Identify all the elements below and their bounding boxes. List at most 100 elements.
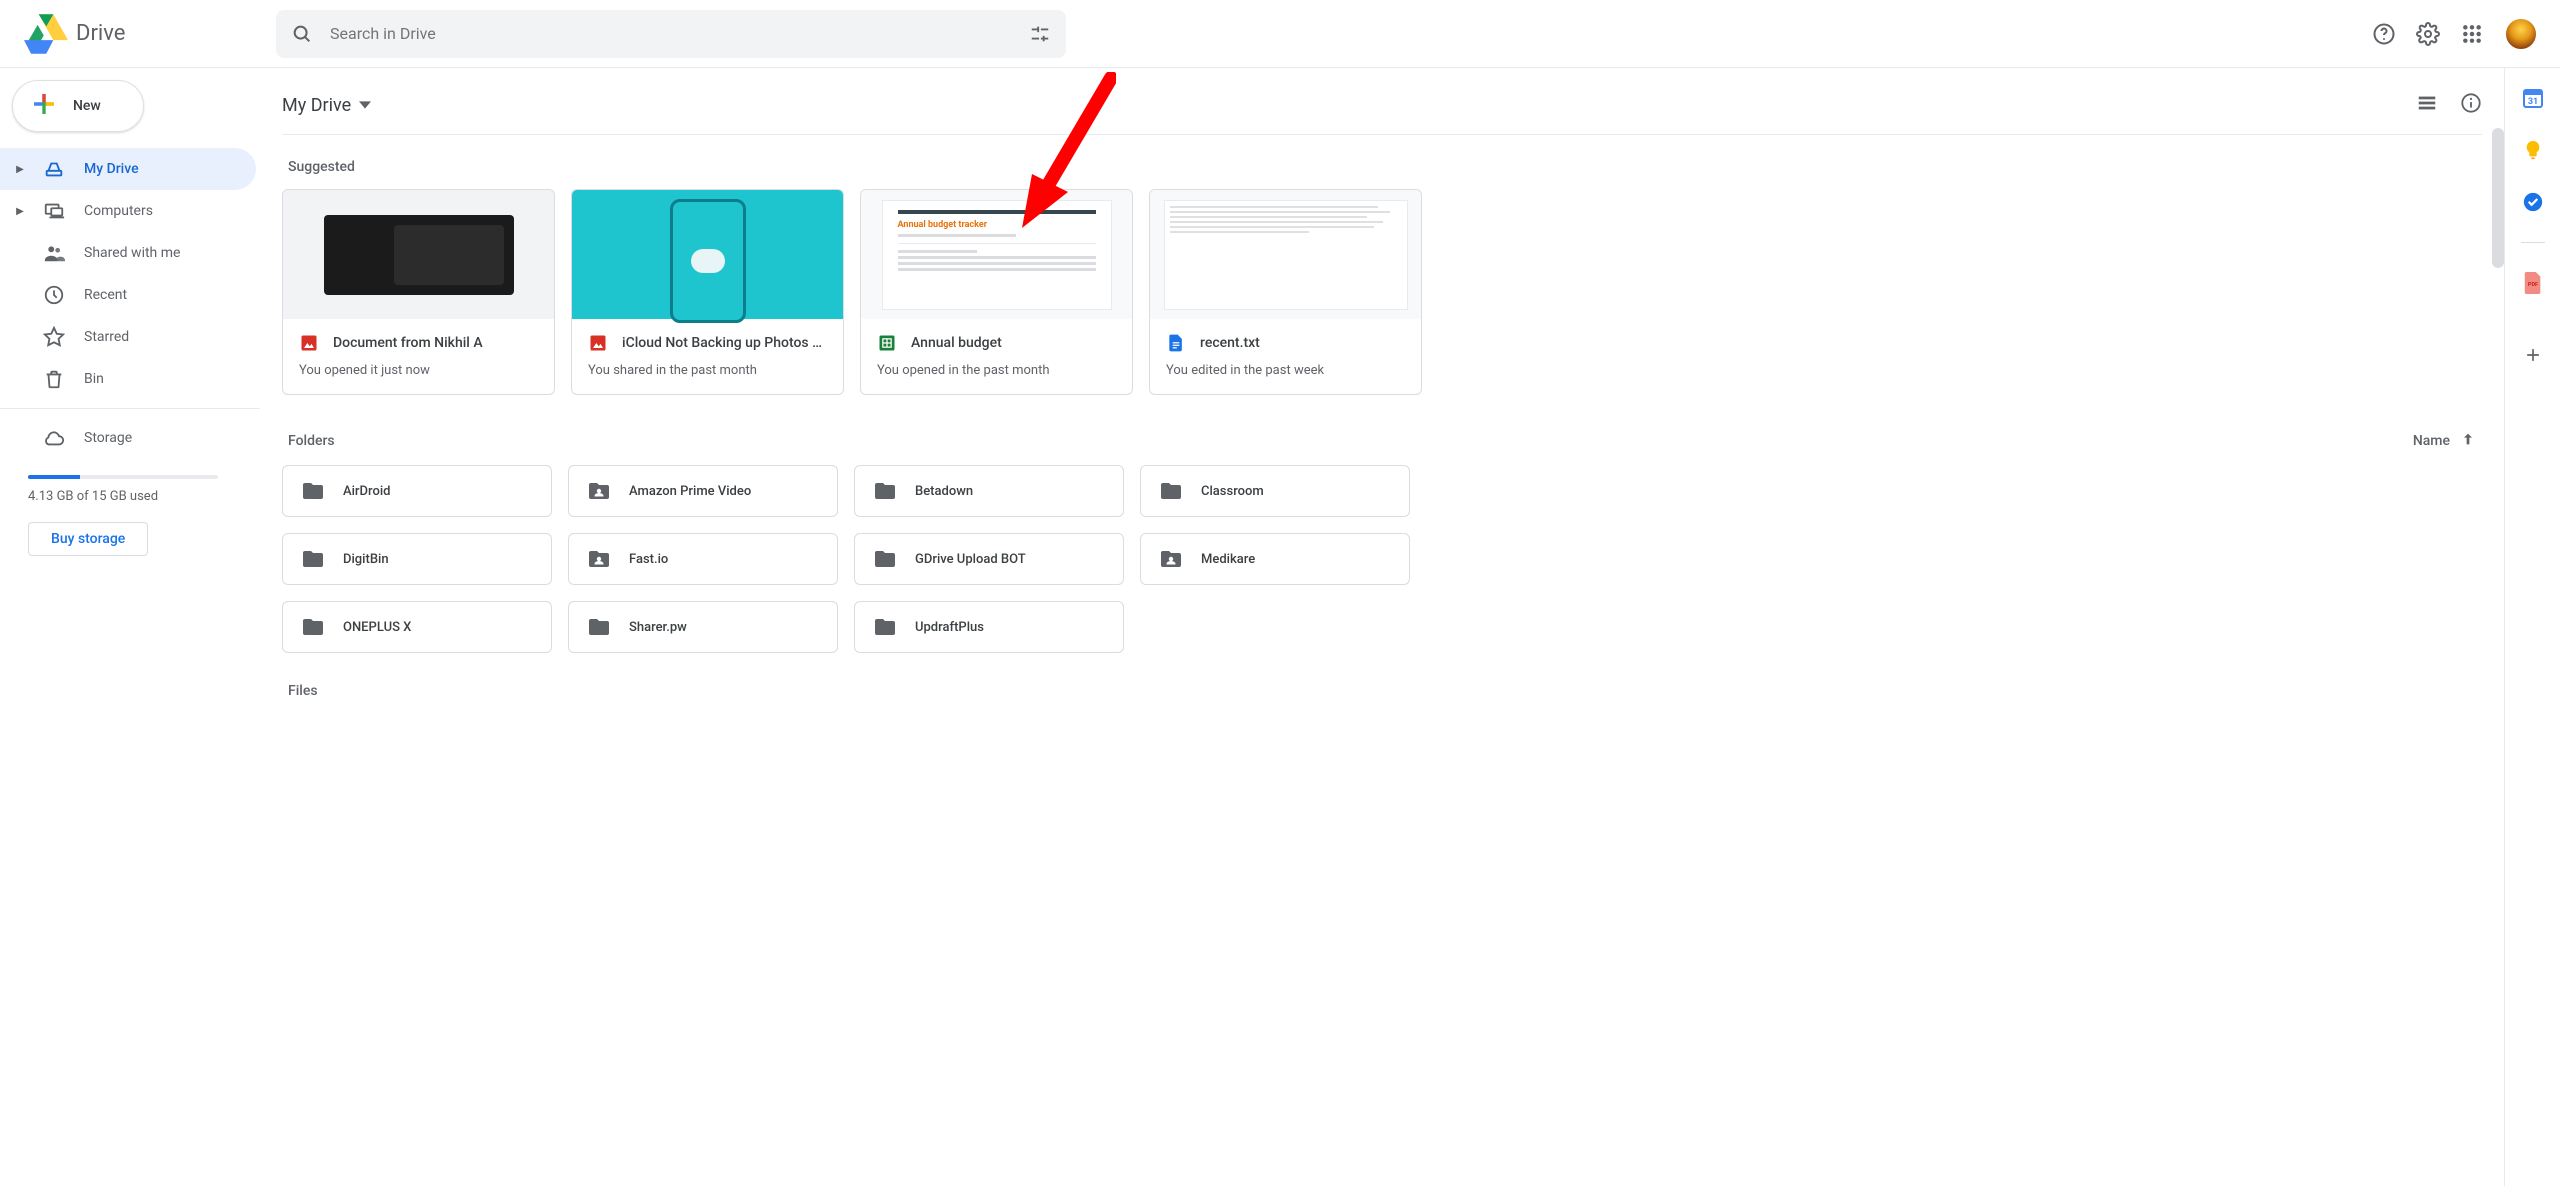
info-icon[interactable] xyxy=(2460,92,2482,118)
svg-text:PDF: PDF xyxy=(2527,282,2537,288)
new-button[interactable]: New xyxy=(12,80,144,132)
arrow-up-icon[interactable] xyxy=(2460,431,2476,451)
sidebar: New ▶ My Drive ▶ Computers xyxy=(0,68,260,1186)
section-title-folders: Folders xyxy=(288,433,335,449)
card-title: Annual budget xyxy=(911,335,1002,351)
keep-icon[interactable] xyxy=(2521,138,2545,162)
sidebar-item-computers[interactable]: ▶ Computers xyxy=(0,190,260,232)
card-title: Document from Nikhil A xyxy=(333,335,483,351)
shared-folder-icon xyxy=(587,547,611,571)
folder-name: Betadown xyxy=(915,484,973,499)
my-drive-icon xyxy=(42,157,66,181)
folder-item[interactable]: Sharer.pw xyxy=(568,601,838,653)
plus-icon xyxy=(29,89,59,123)
docs-file-icon xyxy=(1166,333,1186,353)
search-options-icon[interactable] xyxy=(1028,22,1052,46)
folder-name: Sharer.pw xyxy=(629,620,687,635)
folder-item[interactable]: ONEPLUS X xyxy=(282,601,552,653)
breadcrumb[interactable]: My Drive xyxy=(282,95,371,116)
sidebar-item-label: Storage xyxy=(84,430,132,446)
folder-icon xyxy=(873,479,897,503)
thumbnail: Annual budget tracker xyxy=(861,190,1132,319)
folder-name: Fast.io xyxy=(629,552,668,567)
buy-storage-button[interactable]: Buy storage xyxy=(28,522,148,556)
folder-icon xyxy=(873,547,897,571)
chevron-right-icon[interactable]: ▶ xyxy=(16,164,24,175)
sidebar-item-storage[interactable]: Storage xyxy=(0,417,260,459)
folder-grid: AirDroid Amazon Prime Video Betadown Classr… xyxy=(282,465,2482,653)
logo-area[interactable]: Drive xyxy=(16,14,276,54)
card-title: recent.txt xyxy=(1200,335,1260,351)
folder-item[interactable]: Amazon Prime Video xyxy=(568,465,838,517)
folder-icon xyxy=(1159,479,1183,503)
sort-label[interactable]: Name xyxy=(2413,433,2450,449)
folder-item[interactable]: AirDroid xyxy=(282,465,552,517)
folder-name: Medikare xyxy=(1201,552,1255,567)
add-addon-icon[interactable] xyxy=(2521,343,2545,367)
folder-name: Amazon Prime Video xyxy=(629,484,751,499)
shared-folder-icon xyxy=(1159,547,1183,571)
breadcrumb-label: My Drive xyxy=(282,95,351,116)
list-view-icon[interactable] xyxy=(2416,92,2438,118)
avatar[interactable] xyxy=(2504,17,2538,51)
suggested-card[interactable]: Annual budget tracker xyxy=(860,189,1133,395)
sidebar-item-recent[interactable]: Recent xyxy=(0,274,260,316)
folder-item[interactable]: UpdraftPlus xyxy=(854,601,1124,653)
content-area: My Drive xyxy=(260,68,2504,1186)
folder-name: Classroom xyxy=(1201,484,1264,499)
new-button-label: New xyxy=(73,98,101,114)
sidebar-item-label: Recent xyxy=(84,287,127,303)
image-file-icon xyxy=(299,333,319,353)
folder-name: UpdraftPlus xyxy=(915,620,984,635)
folder-item[interactable]: GDrive Upload BOT xyxy=(854,533,1124,585)
folder-item[interactable]: Medikare xyxy=(1140,533,1410,585)
suggested-card[interactable]: recent.txt You edited in the past week xyxy=(1149,189,1422,395)
recent-icon xyxy=(42,283,66,307)
scrollbar[interactable] xyxy=(2492,128,2504,268)
sidebar-item-my-drive[interactable]: ▶ My Drive xyxy=(0,148,256,190)
folder-item[interactable]: Betadown xyxy=(854,465,1124,517)
card-subtitle: You opened it just now xyxy=(299,363,538,378)
suggested-card[interactable]: Document from Nikhil A You opened it jus… xyxy=(282,189,555,395)
sidebar-item-bin[interactable]: Bin xyxy=(0,358,260,400)
pdf-addon-icon[interactable]: PDF xyxy=(2521,271,2545,295)
sidebar-item-starred[interactable]: Starred xyxy=(0,316,260,358)
search-input[interactable] xyxy=(330,24,1012,43)
folder-item[interactable]: Fast.io xyxy=(568,533,838,585)
computers-icon xyxy=(42,199,66,223)
card-subtitle: You shared in the past month xyxy=(588,363,827,378)
suggested-card[interactable]: iCloud Not Backing up Photos … You share… xyxy=(571,189,844,395)
gear-icon[interactable] xyxy=(2416,22,2440,46)
sidebar-item-label: Computers xyxy=(84,203,153,219)
tasks-icon[interactable] xyxy=(2521,190,2545,214)
apps-icon[interactable] xyxy=(2460,22,2484,46)
storage-text: 4.13 GB of 15 GB used xyxy=(28,489,240,504)
shared-folder-icon xyxy=(587,479,611,503)
help-icon[interactable] xyxy=(2372,22,2396,46)
folder-icon xyxy=(301,479,325,503)
sidebar-item-label: Starred xyxy=(84,329,129,345)
thumbnail xyxy=(572,190,843,319)
calendar-icon[interactable]: 31 xyxy=(2521,86,2545,110)
storage-bar xyxy=(28,475,218,479)
folder-icon xyxy=(873,615,897,639)
search-bar[interactable] xyxy=(276,10,1066,58)
suggested-grid: Document from Nikhil A You opened it jus… xyxy=(282,189,2482,395)
header-actions xyxy=(2372,17,2544,51)
sidebar-item-shared[interactable]: Shared with me xyxy=(0,232,260,274)
star-icon xyxy=(42,325,66,349)
header: Drive xyxy=(0,0,2560,68)
card-title: iCloud Not Backing up Photos … xyxy=(622,335,822,351)
section-title-files: Files xyxy=(288,683,2482,699)
image-file-icon xyxy=(588,333,608,353)
card-subtitle: You opened in the past month xyxy=(877,363,1116,378)
folder-name: GDrive Upload BOT xyxy=(915,552,1026,567)
folder-item[interactable]: Classroom xyxy=(1140,465,1410,517)
chevron-right-icon[interactable]: ▶ xyxy=(16,206,24,217)
thumbnail xyxy=(283,190,554,319)
section-title-suggested: Suggested xyxy=(288,159,2482,175)
search-icon[interactable] xyxy=(290,22,314,46)
folder-icon xyxy=(301,615,325,639)
folder-item[interactable]: DigitBin xyxy=(282,533,552,585)
sidebar-item-label: My Drive xyxy=(84,161,139,177)
